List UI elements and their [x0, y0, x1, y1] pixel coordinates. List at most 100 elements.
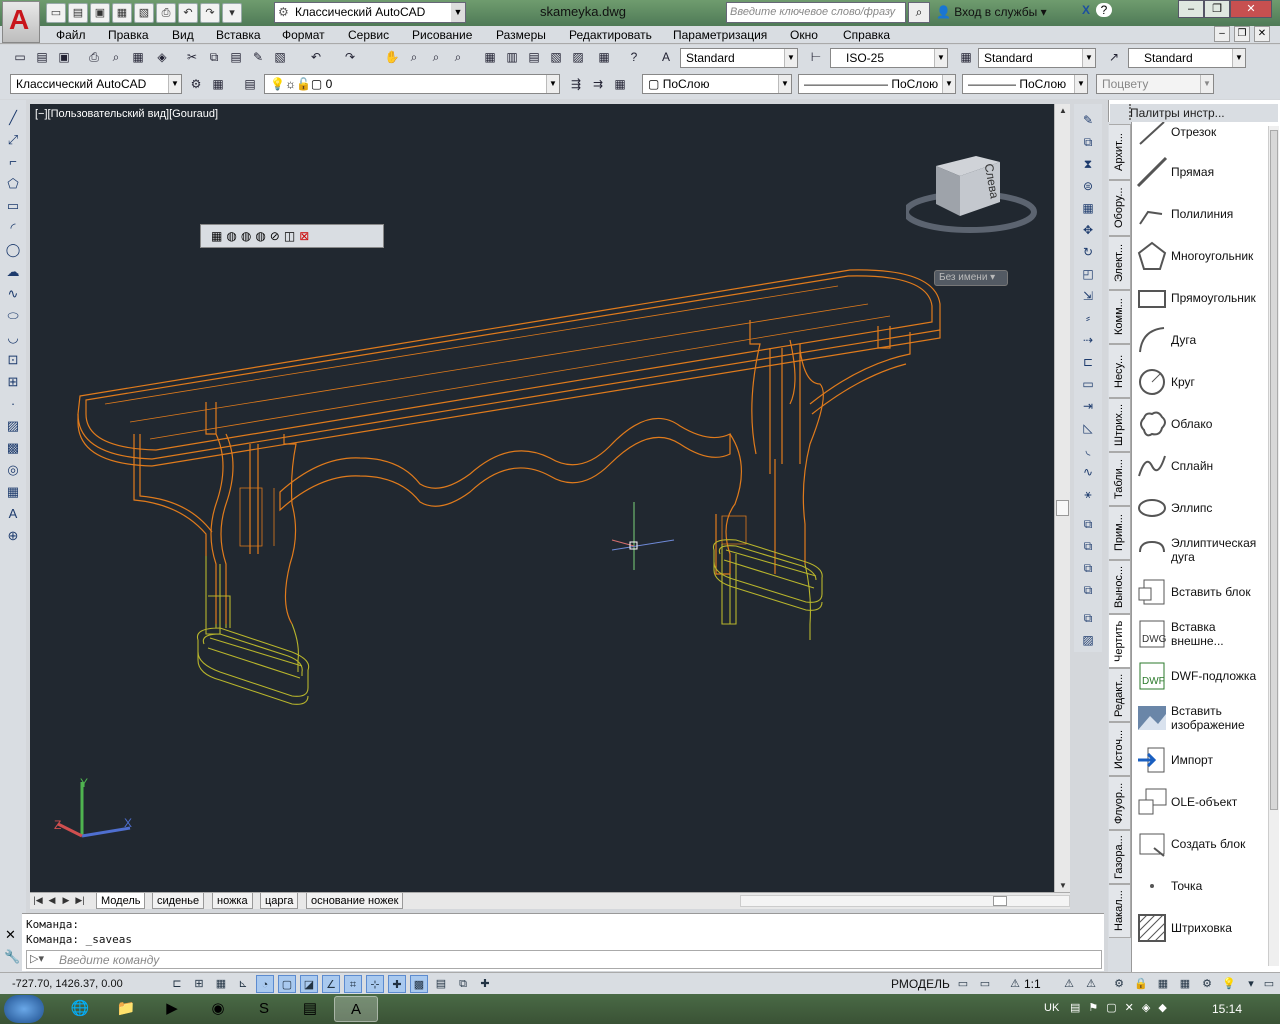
palette-polyline[interactable]: Полилиния	[1132, 194, 1268, 234]
print-icon[interactable]: ⎙	[156, 3, 176, 23]
text-style-icon[interactable]: A	[656, 47, 676, 67]
gradient-icon[interactable]: ▩	[3, 438, 23, 458]
tab-draw[interactable]: Чертить	[1109, 614, 1131, 668]
tab-structural[interactable]: Несу...	[1109, 344, 1131, 398]
mirror-icon[interactable]: ⧗	[1078, 154, 1098, 174]
save-as-icon[interactable]: ▦	[112, 3, 132, 23]
paste-icon[interactable]: ▤	[226, 47, 246, 67]
command-input[interactable]: ▷▾ Введите команду	[26, 950, 1102, 969]
text-style-select[interactable]: Standard ▼	[680, 48, 798, 68]
circle-icon[interactable]: ◯	[3, 240, 23, 260]
layer-properties-icon[interactable]: ▤	[240, 74, 260, 94]
chrome-icon[interactable]: ◉	[196, 996, 240, 1022]
break-icon[interactable]: ▭	[1078, 374, 1098, 394]
ellipse-arc-icon[interactable]: ◡	[3, 328, 23, 348]
table-icon[interactable]: ▦	[3, 482, 23, 502]
menu-tools[interactable]: Сервис	[348, 28, 389, 42]
wrench-icon[interactable]: 🔧	[4, 949, 20, 965]
tray-icons[interactable]: ▤⚑▢✕◈◆	[1070, 1001, 1175, 1014]
array-icon[interactable]: ▦	[1078, 198, 1098, 218]
next-tab-icon[interactable]: ▶	[60, 894, 72, 907]
palette-ellipse[interactable]: Эллипс	[1132, 488, 1268, 528]
pan-icon[interactable]: ✋	[382, 47, 402, 67]
palette-grip[interactable]	[1129, 104, 1135, 120]
point-icon[interactable]: ·	[3, 394, 23, 414]
palette-polygon[interactable]: Многоугольник	[1132, 236, 1268, 276]
free-orbit-icon[interactable]: ◍	[255, 229, 265, 243]
clean-screen-icon[interactable]: ▭	[1260, 975, 1278, 993]
tab-annotations[interactable]: Прим...	[1109, 506, 1131, 560]
login-button[interactable]: 👤 Вход в службы ▾	[936, 5, 1047, 19]
add-selected-icon[interactable]: ⊕	[3, 526, 23, 546]
autocad-taskbar-icon[interactable]: A	[334, 996, 378, 1022]
status-menu-icon[interactable]: ▾	[1242, 975, 1260, 993]
markup-icon[interactable]: ▨	[568, 47, 588, 67]
grid-icon[interactable]: ▦	[212, 975, 230, 993]
print-icon[interactable]: ⎙	[84, 47, 104, 67]
annotation-visibility-icon[interactable]: ⚠	[1060, 975, 1078, 993]
3d-orbit-icon[interactable]: ◍	[226, 229, 236, 243]
zoom-realtime-icon[interactable]: ⌕	[404, 47, 424, 67]
doc-restore-button[interactable]: ❐	[1234, 26, 1250, 42]
help-icon[interactable]: ?	[1096, 3, 1113, 17]
lineweight-select[interactable]: ———— ПоСлою ▼	[962, 74, 1088, 94]
redo-icon[interactable]: ↷	[200, 3, 220, 23]
multileader-style-select[interactable]: Standard ▼	[1128, 48, 1246, 68]
palette-ellipse-arc[interactable]: Эллиптическая дуга	[1132, 530, 1268, 570]
tab-seat[interactable]: сиденье	[152, 893, 205, 909]
lock-ui-icon[interactable]: 🔒	[1132, 975, 1150, 993]
horizontal-scrollbar[interactable]	[740, 895, 1070, 907]
workspace-switching-icon[interactable]: ⚙	[1110, 975, 1128, 993]
undo-icon[interactable]: ↶	[306, 47, 326, 67]
application-menu-button[interactable]: A	[2, 1, 40, 43]
publish-icon[interactable]: ▦	[128, 47, 148, 67]
layer-select[interactable]: 💡☼🔓▢ 0 ▼	[264, 74, 560, 94]
design-center-icon[interactable]: ▥	[502, 47, 522, 67]
fillet-icon[interactable]: ◟	[1078, 440, 1098, 460]
color-select[interactable]: ▢ ПоСлою ▼	[642, 74, 792, 94]
annotation-monitor-icon[interactable]: ✚	[476, 975, 494, 993]
preview-icon[interactable]: ⌕	[106, 47, 126, 67]
menu-help[interactable]: Справка	[843, 28, 890, 42]
ortho-icon[interactable]: ⊾	[234, 975, 252, 993]
model-space-toggle[interactable]: РМОДЕЛЬ	[891, 977, 950, 991]
palette-create-block[interactable]: Создать блок	[1132, 824, 1268, 864]
last-tab-icon[interactable]: ▶|	[74, 894, 86, 907]
line-icon[interactable]: ╱	[3, 108, 23, 128]
tab-architecture[interactable]: Архит...	[1109, 124, 1131, 180]
bring-above-icon[interactable]: ⧉	[1078, 558, 1098, 578]
tab-sources[interactable]: Источ...	[1109, 722, 1131, 776]
doc-close-button[interactable]: ✕	[1254, 26, 1270, 42]
scroll-down-icon[interactable]: ▼	[1059, 881, 1067, 890]
scroll-up-icon[interactable]: ▲	[1059, 106, 1067, 115]
performance-icon[interactable]: ⚙	[1198, 975, 1216, 993]
dynamic-input-icon[interactable]: ⊹	[366, 975, 384, 993]
match-properties-icon[interactable]: ✎	[248, 47, 268, 67]
offset-icon[interactable]: ⊜	[1078, 176, 1098, 196]
trim-icon[interactable]: ⸗	[1078, 308, 1098, 328]
construction-line-icon[interactable]: ⤢	[3, 130, 23, 150]
media-player-icon[interactable]: ▶	[150, 996, 194, 1022]
minimize-button[interactable]: –	[1178, 0, 1204, 18]
draworder-front-icon[interactable]: ⧉	[1078, 514, 1098, 534]
spline-icon[interactable]: ∿	[3, 284, 23, 304]
auto-scale-icon[interactable]: ⚠	[1082, 975, 1100, 993]
break-at-point-icon[interactable]: ⊏	[1078, 352, 1098, 372]
draworder-back-icon[interactable]: ⧉	[1078, 536, 1098, 556]
notepad-icon[interactable]: ▤	[288, 996, 332, 1022]
tab-tables[interactable]: Табли...	[1109, 452, 1131, 506]
language-indicator[interactable]: UK	[1044, 1002, 1059, 1014]
palette-scrollbar[interactable]	[1268, 126, 1279, 966]
hatch-icon[interactable]: ▨	[3, 416, 23, 436]
scale-icon[interactable]: ◰	[1078, 264, 1098, 284]
cut-icon[interactable]: ✂	[182, 47, 202, 67]
continuous-orbit-icon[interactable]: ⊘	[270, 229, 280, 243]
scroll-thumb[interactable]	[1056, 500, 1069, 516]
first-tab-icon[interactable]: |◀	[32, 894, 44, 907]
cursor-coordinates[interactable]: -727.70, 1426.37, 0.00	[12, 978, 123, 990]
linetype-select[interactable]: ——————— ПоСлою ▼	[798, 74, 956, 94]
lineweight-icon[interactable]: ✚	[388, 975, 406, 993]
3d-dwf-icon[interactable]: ◈	[152, 47, 172, 67]
polyline-icon[interactable]: ⌐	[3, 152, 23, 172]
text-front-icon[interactable]: ⧉	[1078, 608, 1098, 628]
